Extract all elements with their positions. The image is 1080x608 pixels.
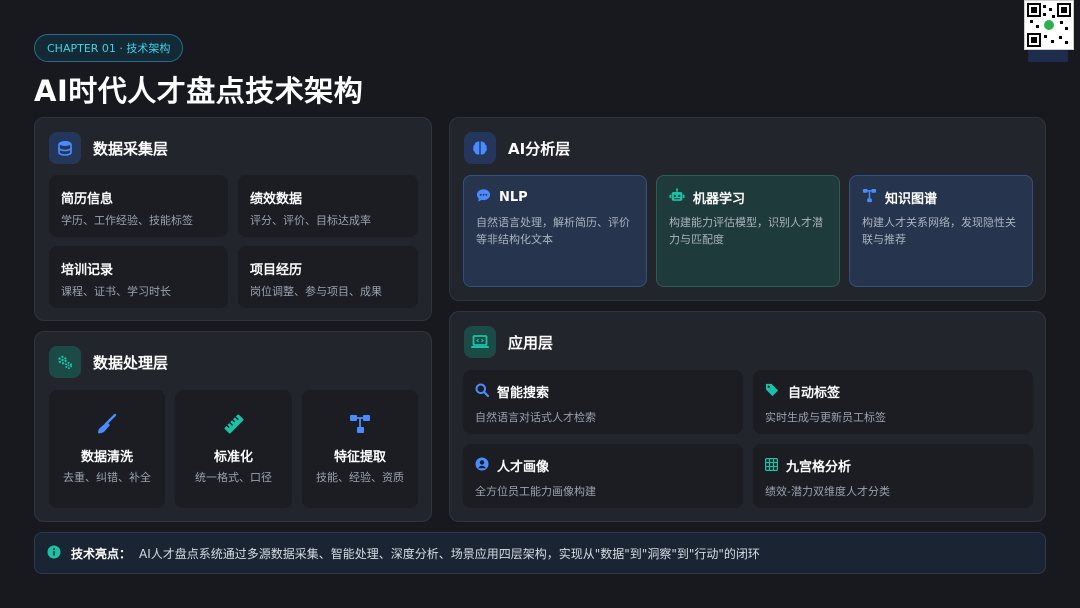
page-title: AI时代人才盘点技术架构 <box>34 74 364 108</box>
card-desc: 学历、工作经验、技能标签 <box>61 214 193 227</box>
processing-card: 数据清洗 去重、纠错、补全 <box>49 390 165 508</box>
qr-caption-bar <box>1028 50 1068 62</box>
card-desc: 课程、证书、学习时长 <box>61 285 171 298</box>
card-desc: 绩效-潜力双维度人才分类 <box>765 485 890 498</box>
card-title: 人才画像 <box>497 460 550 475</box>
card-desc: 构建人才关系网络，发现隐性关联与推荐 <box>862 216 1016 246</box>
processing-card: 标准化 统一格式、口径 <box>175 390 292 508</box>
card-title: 标准化 <box>213 450 253 465</box>
database-icon <box>49 132 81 164</box>
card-desc: 技能、经验、资质 <box>316 471 404 484</box>
card-title: 培训记录 <box>61 263 114 278</box>
highlight-label: 技术亮点： <box>71 546 132 561</box>
processing-title: 数据处理层 <box>93 353 169 372</box>
ai-card-nlp: NLP 自然语言处理，解析简历、评价等非结构化文本 <box>463 175 647 287</box>
app-card: 智能搜索 自然语言对话式人才检索 <box>463 370 743 434</box>
card-title: 自动标签 <box>788 386 841 401</box>
ai-title: AI分析层 <box>508 139 571 158</box>
app-card: 人才画像 全方位员工能力画像构建 <box>463 444 743 508</box>
card-desc: 实时生成与更新员工标签 <box>765 411 886 424</box>
card-desc: 评分、评价、目标达成率 <box>250 214 371 227</box>
data-collection-panel: 数据采集层 简历信息 学历、工作经验、技能标签 绩效数据 评分、评价、目标达成率… <box>34 117 432 321</box>
card-title: 九宫格分析 <box>786 460 852 475</box>
card-desc: 统一格式、口径 <box>195 471 272 484</box>
card-title: 机器学习 <box>693 192 746 207</box>
collection-card: 项目经历 岗位调整、参与项目、成果 <box>238 246 418 308</box>
card-desc: 全方位员工能力画像构建 <box>475 485 596 498</box>
qr-code <box>1024 0 1074 50</box>
graph-icon <box>862 188 877 207</box>
info-icon <box>47 545 61 562</box>
card-desc: 岗位调整、参与项目、成果 <box>250 285 382 298</box>
collection-card: 简历信息 学历、工作经验、技能标签 <box>49 175 228 237</box>
app-card: 自动标签 实时生成与更新员工标签 <box>753 370 1033 434</box>
application-title: 应用层 <box>508 333 554 352</box>
collection-title: 数据采集层 <box>93 139 169 158</box>
tags-icon <box>765 382 780 401</box>
card-title: 特征提取 <box>333 450 386 465</box>
card-title: 知识图谱 <box>885 192 938 207</box>
card-desc: 去重、纠错、补全 <box>63 471 151 484</box>
card-desc: 构建能力评估模型，识别人才潜力与匹配度 <box>669 216 823 246</box>
card-title: NLP <box>499 190 528 205</box>
collection-card: 绩效数据 评分、评价、目标达成率 <box>238 175 418 237</box>
card-title: 智能搜索 <box>497 386 550 401</box>
ai-analysis-panel: AI分析层 NLP 自然语言处理，解析简历、评价等非结构化文本 机器学习 构建能… <box>449 117 1046 301</box>
chapter-badge: CHAPTER 01 · 技术架构 <box>34 34 184 62</box>
card-desc: 自然语言处理，解析简历、评价等非结构化文本 <box>476 216 630 246</box>
ai-card-ml: 机器学习 构建能力评估模型，识别人才潜力与匹配度 <box>656 175 840 287</box>
grid-icon <box>764 456 779 475</box>
ai-card-kg: 知识图谱 构建人才关系网络，发现隐性关联与推荐 <box>849 175 1033 287</box>
card-title: 项目经历 <box>250 263 303 278</box>
card-title: 简历信息 <box>61 192 114 207</box>
broom-icon <box>49 412 165 436</box>
search-icon <box>475 382 490 401</box>
sitemap-icon <box>302 412 418 436</box>
laptop-code-icon <box>464 326 496 358</box>
brain-icon <box>464 132 496 164</box>
processing-card: 特征提取 技能、经验、资质 <box>302 390 418 508</box>
collection-card: 培训记录 课程、证书、学习时长 <box>49 246 228 308</box>
data-processing-panel: 数据处理层 数据清洗 去重、纠错、补全 标准化 统一格式、口径 特征提取 技能、… <box>34 331 432 522</box>
highlight-text: AI人才盘点系统通过多源数据采集、智能处理、深度分析、场景应用四层架构，实现从"… <box>139 546 760 561</box>
gears-icon <box>49 346 81 378</box>
card-title: 数据清洗 <box>80 450 133 465</box>
ruler-icon <box>175 412 292 436</box>
application-panel: 应用层 智能搜索 自然语言对话式人才检索 自动标签 实时生成与更新员工标签 人才… <box>449 311 1046 522</box>
card-title: 绩效数据 <box>250 192 303 207</box>
tech-highlight-bar: 技术亮点： AI人才盘点系统通过多源数据采集、智能处理、深度分析、场景应用四层架… <box>34 532 1046 574</box>
app-card: 九宫格分析 绩效-潜力双维度人才分类 <box>753 444 1033 508</box>
robot-icon <box>669 188 685 207</box>
card-desc: 自然语言对话式人才检索 <box>475 411 596 424</box>
chat-icon <box>476 188 491 207</box>
user-circle-icon <box>475 456 489 475</box>
